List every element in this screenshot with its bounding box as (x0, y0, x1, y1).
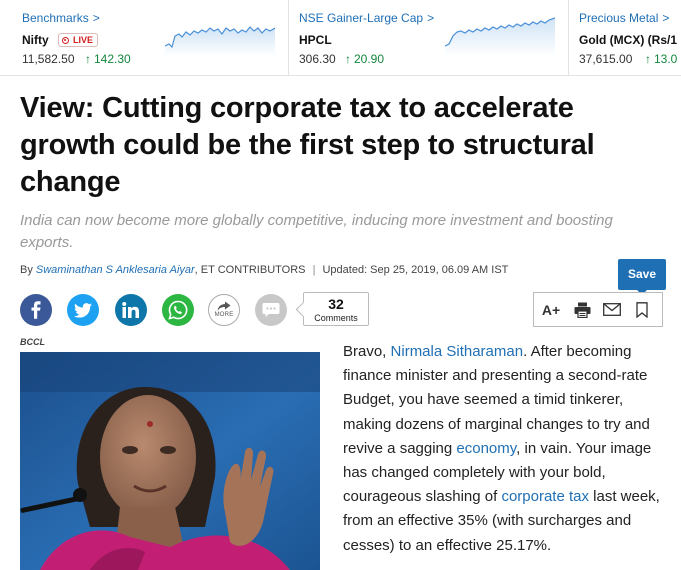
hpcl-sparkline (445, 17, 555, 56)
ticker-name: Nifty (22, 33, 49, 47)
economy-link[interactable]: economy (456, 440, 516, 457)
twitter-icon (74, 302, 92, 318)
bookmark-button[interactable] (630, 293, 654, 326)
font-size-button[interactable]: A+ (538, 293, 564, 326)
ticker-value: 11,582.50 (22, 52, 75, 66)
chevron-right-icon: > (92, 11, 100, 25)
print-button[interactable] (570, 293, 594, 326)
email-button[interactable] (600, 293, 624, 326)
email-icon (603, 303, 621, 316)
twitter-share-button[interactable] (67, 294, 99, 326)
author-org: , ET CONTRIBUTORS (194, 264, 306, 276)
ticker-change-value: 20.90 (354, 52, 385, 66)
nirmala-sitharaman-link[interactable]: Nirmala Sitharaman (391, 343, 524, 360)
ticker-value: 306.30 (299, 52, 336, 66)
ticker-change: ↑ 13.0 (645, 52, 677, 66)
article-body: Bravo, Nirmala Sitharaman. After becomin… (343, 340, 668, 558)
comment-icon (262, 303, 280, 317)
ticker-category-label[interactable]: NSE Gainer-Large Cap (299, 11, 423, 25)
author-link[interactable]: Swaminathan S Anklesaria Aiyar (36, 264, 195, 276)
whatsapp-share-button[interactable] (162, 294, 194, 326)
live-badge: LIVE (58, 33, 99, 47)
article-headline: View: Cutting corporate tax to accelerat… (20, 92, 595, 198)
byline-separator: | (312, 264, 316, 276)
bookmark-icon (636, 301, 648, 318)
ticker-name: HPCL (299, 33, 332, 47)
up-arrow-icon: ↑ (85, 52, 91, 66)
byline-prefix: By (20, 264, 33, 276)
up-arrow-icon: ↑ (645, 52, 651, 66)
comments-label: Comments (314, 313, 358, 323)
live-dot-icon (62, 36, 69, 44)
article-photo (20, 352, 320, 570)
save-button[interactable]: Save (618, 259, 666, 295)
linkedin-icon (122, 302, 139, 318)
body-text: Bravo, (343, 343, 391, 360)
ticker-change: ↑ 142.30 (85, 52, 131, 66)
article-byline: By Swaminathan S Anklesaria Aiyar, ET CO… (20, 264, 508, 276)
whatsapp-icon (168, 300, 188, 320)
print-icon (574, 302, 590, 318)
chevron-right-icon: > (662, 11, 670, 25)
ticker-change-value: 13.0 (654, 52, 678, 66)
article-toolbox: A+ (533, 292, 663, 327)
chevron-right-icon: > (427, 11, 435, 25)
ticker-category-label[interactable]: Precious Metal (579, 11, 658, 25)
ticker-change-value: 142.30 (94, 52, 131, 66)
updated-timestamp: Updated: Sep 25, 2019, 06.09 AM IST (322, 264, 509, 276)
comments-count: 32 (328, 296, 344, 312)
ticker-change: ↑ 20.90 (345, 52, 384, 66)
ticker-name: Gold (MCX) (Rs/1 (579, 33, 677, 47)
ticker-card-benchmarks[interactable]: Benchmarks > Nifty LIVE 11,582.50 ↑ 142.30 (0, 0, 288, 76)
ticker-category-link[interactable]: Precious Metal > (579, 11, 669, 25)
corporate-tax-link[interactable]: corporate tax (501, 488, 589, 505)
more-share-button[interactable]: MORE (208, 294, 240, 326)
up-arrow-icon: ↑ (345, 52, 351, 66)
live-label: LIVE (73, 35, 94, 45)
ticker-category-link[interactable]: Benchmarks > (22, 11, 100, 25)
finance-minister-photo (20, 352, 320, 570)
more-label: MORE (214, 312, 234, 318)
ticker-category-link[interactable]: NSE Gainer-Large Cap > (299, 11, 434, 25)
article-synopsis: India can now become more globally compe… (20, 212, 613, 251)
facebook-share-button[interactable] (20, 294, 52, 326)
share-more-icon (217, 301, 231, 311)
linkedin-share-button[interactable] (115, 294, 147, 326)
comment-button[interactable] (255, 294, 287, 326)
ticker-value: 37,615.00 (579, 52, 633, 66)
ticker-card-precious-metal[interactable]: Precious Metal > Gold (MCX) (Rs/1 37,615.… (568, 0, 681, 76)
ticker-card-nse-gainer[interactable]: NSE Gainer-Large Cap > HPCL 306.30 ↑ 20.90 (288, 0, 568, 76)
image-credit: BCCL (20, 337, 45, 347)
facebook-icon (31, 301, 41, 319)
nifty-sparkline (165, 26, 275, 56)
comments-count-box[interactable]: 32 Comments (303, 292, 369, 326)
market-ticker: Benchmarks > Nifty LIVE 11,582.50 ↑ 142.30… (0, 0, 681, 76)
ticker-category-label[interactable]: Benchmarks (22, 11, 89, 25)
